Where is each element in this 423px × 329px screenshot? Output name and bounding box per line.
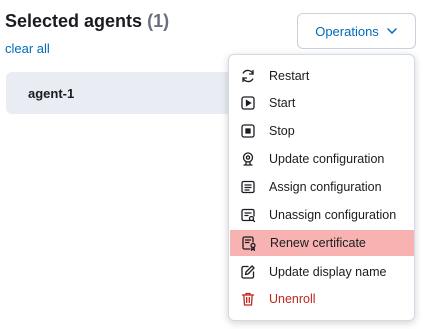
menu-item-label: Start xyxy=(269,96,296,110)
update-config-icon xyxy=(240,151,256,167)
menu-item-update-display-name[interactable]: Update display name xyxy=(229,259,414,285)
agent-name: agent-1 xyxy=(28,86,75,101)
certificate-icon xyxy=(241,235,257,251)
stop-icon xyxy=(240,123,256,139)
assign-config-icon xyxy=(240,179,256,195)
page-title: Selected agents (1) xyxy=(5,11,169,32)
operations-menu: Restart Start Stop Update configuration … xyxy=(228,54,415,321)
menu-item-label: Unenroll xyxy=(269,292,316,306)
menu-item-renew-certificate[interactable]: Renew certificate xyxy=(230,230,414,256)
edit-icon xyxy=(240,264,256,280)
menu-item-label: Update display name xyxy=(269,265,387,279)
trash-icon xyxy=(240,291,256,307)
menu-item-label: Assign configuration xyxy=(269,180,382,194)
menu-item-stop[interactable]: Stop xyxy=(229,118,414,144)
selected-count: (1) xyxy=(147,11,170,31)
menu-item-unassign-configuration[interactable]: Unassign configuration xyxy=(229,202,414,228)
menu-item-label: Update configuration xyxy=(269,152,385,166)
title-text: Selected agents xyxy=(5,11,143,31)
menu-item-update-configuration[interactable]: Update configuration xyxy=(229,146,414,172)
menu-item-label: Stop xyxy=(269,124,295,138)
menu-item-label: Unassign configuration xyxy=(269,208,397,222)
unassign-config-icon xyxy=(240,207,256,223)
menu-item-unenroll[interactable]: Unenroll xyxy=(229,286,414,312)
agent-row[interactable]: agent-1 xyxy=(6,72,266,114)
refresh-icon xyxy=(240,68,256,84)
play-icon xyxy=(240,95,256,111)
operations-button[interactable]: Operations xyxy=(297,13,416,49)
menu-item-label: Restart xyxy=(269,69,310,83)
clear-all-link[interactable]: clear all xyxy=(5,41,50,56)
operations-button-label: Operations xyxy=(315,23,379,39)
menu-item-assign-configuration[interactable]: Assign configuration xyxy=(229,174,414,200)
menu-item-label: Renew certificate xyxy=(270,236,366,250)
menu-item-start[interactable]: Start xyxy=(229,90,414,116)
chevron-down-icon xyxy=(387,28,397,34)
menu-item-restart[interactable]: Restart xyxy=(229,63,414,89)
